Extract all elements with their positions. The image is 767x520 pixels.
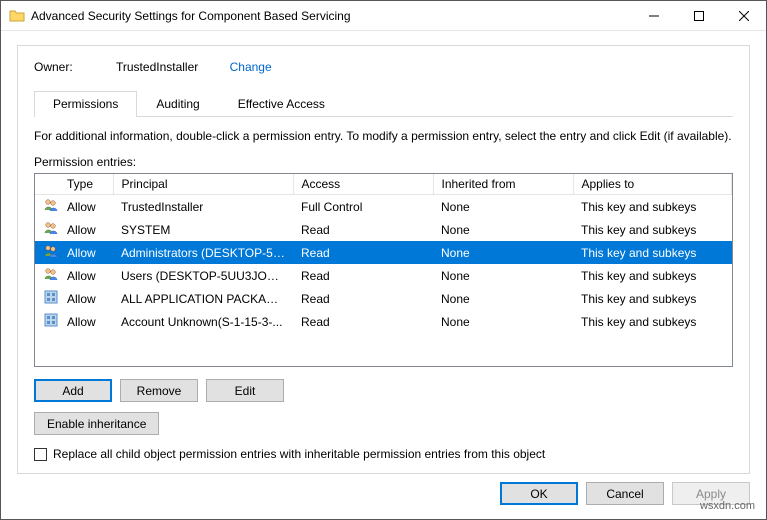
cell-inherited: None [433,241,573,264]
owner-value: TrustedInstaller [116,60,198,74]
cell-access: Read [293,287,433,310]
remove-button[interactable]: Remove [120,379,198,402]
table-row[interactable]: AllowTrustedInstallerFull ControlNoneThi… [35,195,732,219]
folder-icon [9,8,25,24]
cell-applies: This key and subkeys [573,241,732,264]
replace-children-label: Replace all child object permission entr… [53,447,545,461]
table-row[interactable]: AllowAccount Unknown(S-1-15-3-...ReadNon… [35,310,732,333]
minimize-button[interactable] [631,1,676,30]
maximize-button[interactable] [676,1,721,30]
col-principal[interactable]: Principal [113,174,293,195]
col-access[interactable]: Access [293,174,433,195]
inherit-row: Enable inheritance [34,412,733,435]
cell-type: Allow [59,287,113,310]
main-panel: Owner: TrustedInstaller Change Permissio… [17,45,750,474]
owner-label: Owner: [34,60,74,74]
table-row[interactable]: AllowALL APPLICATION PACKAGESReadNoneThi… [35,287,732,310]
group-icon [43,266,59,282]
enable-inheritance-button[interactable]: Enable inheritance [34,412,159,435]
cell-principal: Account Unknown(S-1-15-3-... [113,310,293,333]
cell-principal: Administrators (DESKTOP-5U... [113,241,293,264]
table-row[interactable]: AllowAdministrators (DESKTOP-5U...ReadNo… [35,241,732,264]
table-row[interactable]: AllowUsers (DESKTOP-5UU3JOH\Us...ReadNon… [35,264,732,287]
cancel-button[interactable]: Cancel [586,482,664,505]
cell-applies: This key and subkeys [573,218,732,241]
group-icon [43,243,59,259]
cell-type: Allow [59,241,113,264]
dialog-button-row: OK Cancel Apply [17,474,750,505]
cell-principal: Users (DESKTOP-5UU3JOH\Us... [113,264,293,287]
package-icon [43,312,59,328]
cell-type: Allow [59,195,113,219]
cell-applies: This key and subkeys [573,287,732,310]
tab-auditing[interactable]: Auditing [137,91,218,117]
col-inherited[interactable]: Inherited from [433,174,573,195]
permissions-table-wrap: Type Principal Access Inherited from App… [34,173,733,367]
replace-children-row[interactable]: Replace all child object permission entr… [34,447,733,461]
cell-access: Read [293,241,433,264]
col-icon[interactable] [35,174,59,195]
package-icon [43,289,59,305]
col-applies[interactable]: Applies to [573,174,732,195]
cell-principal: SYSTEM [113,218,293,241]
add-button[interactable]: Add [34,379,112,402]
cell-principal: TrustedInstaller [113,195,293,219]
close-button[interactable] [721,1,766,30]
ok-button[interactable]: OK [500,482,578,505]
permissions-table[interactable]: Type Principal Access Inherited from App… [35,174,732,333]
cell-access: Read [293,310,433,333]
window-title: Advanced Security Settings for Component… [31,9,631,23]
tab-permissions[interactable]: Permissions [34,91,137,117]
group-icon [43,220,59,236]
tab-strip: Permissions Auditing Effective Access [34,90,733,117]
entries-label: Permission entries: [34,155,733,169]
cell-principal: ALL APPLICATION PACKAGES [113,287,293,310]
replace-children-checkbox[interactable] [34,448,47,461]
cell-inherited: None [433,310,573,333]
apply-button[interactable]: Apply [672,482,750,505]
change-owner-link[interactable]: Change [230,60,272,74]
group-icon [43,197,59,213]
titlebar: Advanced Security Settings for Component… [1,1,766,31]
cell-inherited: None [433,195,573,219]
col-type[interactable]: Type [59,174,113,195]
info-text: For additional information, double-click… [34,129,733,143]
cell-access: Read [293,218,433,241]
security-settings-window: Advanced Security Settings for Component… [0,0,767,520]
cell-applies: This key and subkeys [573,195,732,219]
owner-row: Owner: TrustedInstaller Change [34,60,733,74]
cell-access: Read [293,264,433,287]
cell-applies: This key and subkeys [573,310,732,333]
cell-access: Full Control [293,195,433,219]
cell-type: Allow [59,218,113,241]
cell-inherited: None [433,287,573,310]
cell-type: Allow [59,264,113,287]
tab-effective-access[interactable]: Effective Access [219,91,344,117]
cell-inherited: None [433,218,573,241]
cell-inherited: None [433,264,573,287]
cell-type: Allow [59,310,113,333]
edit-button[interactable]: Edit [206,379,284,402]
action-button-row: Add Remove Edit [34,379,733,402]
content-area: Owner: TrustedInstaller Change Permissio… [1,31,766,519]
cell-applies: This key and subkeys [573,264,732,287]
table-row[interactable]: AllowSYSTEMReadNoneThis key and subkeys [35,218,732,241]
